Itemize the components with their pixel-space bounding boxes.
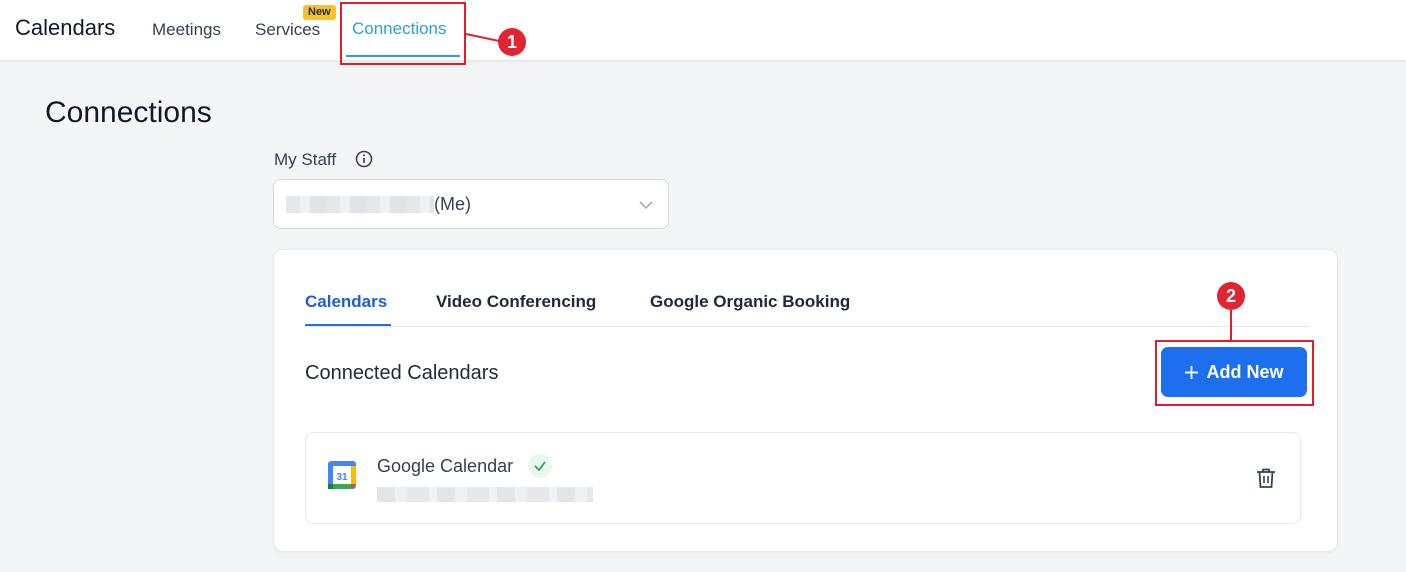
redacted-calendar-email	[377, 487, 593, 502]
connected-check-icon	[528, 454, 552, 478]
trash-icon[interactable]	[1254, 466, 1278, 490]
tab-google-organic-booking[interactable]: Google Organic Booking	[650, 292, 850, 312]
active-card-tab-indicator	[305, 324, 391, 326]
tab-video-conferencing[interactable]: Video Conferencing	[436, 292, 596, 312]
top-nav-bar: Calendars Meetings Services New Connecti…	[0, 0, 1406, 61]
google-calendar-icon: 31	[328, 461, 356, 489]
annotation-line-2	[1230, 310, 1232, 340]
app-title: Calendars	[15, 15, 116, 40]
page-title: Connections	[45, 96, 212, 129]
new-badge: New	[303, 5, 336, 20]
annotation-marker-1: 1	[498, 28, 526, 56]
annotation-box-1	[340, 2, 466, 65]
tab-calendars[interactable]: Calendars	[305, 292, 387, 312]
redacted-staff-name	[286, 196, 434, 213]
info-icon[interactable]	[355, 150, 373, 168]
staff-select[interactable]: (Me)	[273, 179, 669, 229]
chevron-down-icon	[639, 201, 653, 210]
connected-calendar-row: 31 Google Calendar	[305, 432, 1301, 524]
section-title: Connected Calendars	[305, 362, 499, 384]
staff-label: My Staff	[274, 150, 337, 169]
annotation-box-2	[1155, 340, 1314, 406]
staff-select-value: (Me)	[434, 194, 471, 214]
tab-meetings[interactable]: Meetings	[152, 20, 221, 40]
annotation-marker-2: 2	[1217, 282, 1245, 310]
tab-services[interactable]: Services	[255, 20, 320, 40]
tabs-divider	[305, 326, 1309, 327]
calendar-name: Google Calendar	[377, 456, 514, 476]
google-calendar-icon-day: 31	[336, 472, 348, 483]
